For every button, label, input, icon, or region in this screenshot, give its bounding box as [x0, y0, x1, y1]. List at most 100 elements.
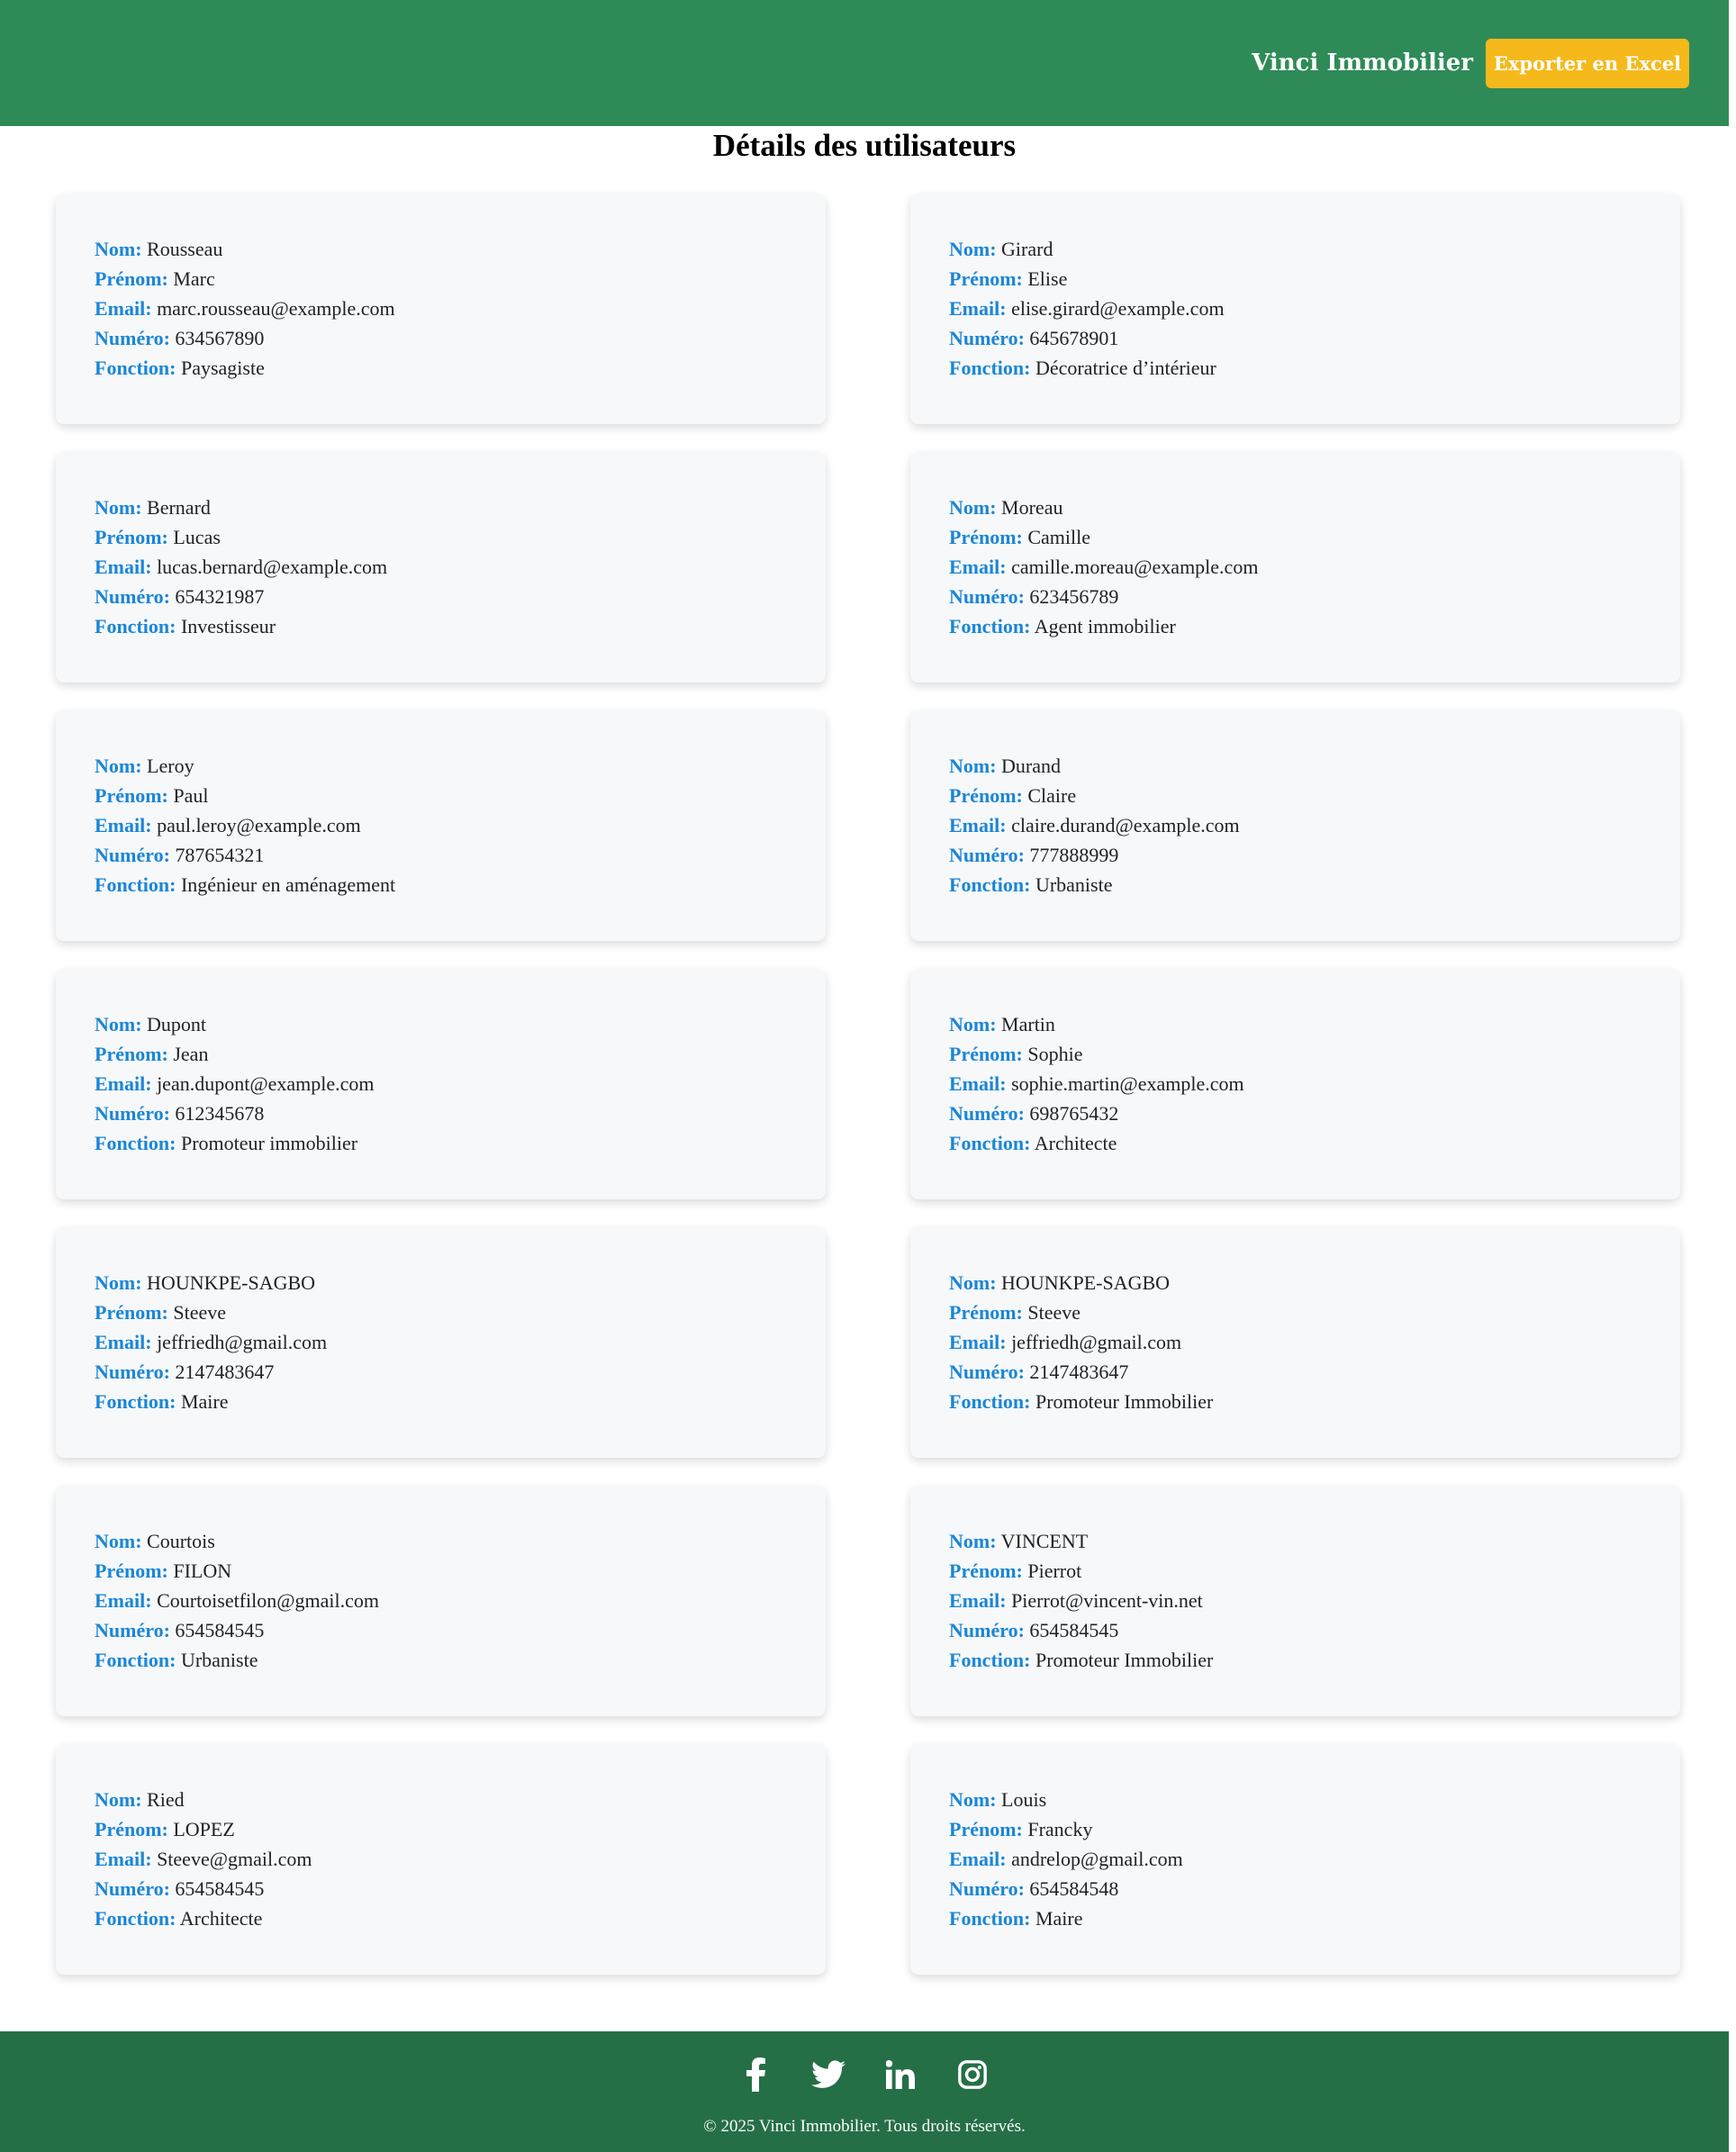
field-label-numero: Numéro:	[95, 1361, 170, 1383]
field-value-numero: 654584548	[1029, 1877, 1119, 1900]
field-value-email: sophie.martin@example.com	[1011, 1072, 1244, 1095]
user-field-email: Email: sophie.martin@example.com	[949, 1069, 1680, 1099]
field-label-numero: Numéro:	[949, 585, 1025, 608]
user-field-email: Email: jeffriedh@gmail.com	[949, 1327, 1680, 1357]
user-field-prenom: Prénom: Steeve	[95, 1298, 826, 1327]
field-value-fonction: Promoteur Immobilier	[1035, 1649, 1214, 1671]
field-label-fonction: Fonction:	[95, 357, 176, 379]
field-label-email: Email:	[949, 556, 1007, 578]
user-card: Nom: Rousseau Prénom: Marc Email: marc.rou…	[56, 194, 826, 424]
user-card: Nom: Girard Prénom: Elise Email: elise.gir…	[910, 194, 1680, 424]
user-field-numero: Numéro: 698765432	[949, 1099, 1680, 1128]
user-field-fonction: Fonction: Investisseur	[95, 611, 826, 641]
field-label-email: Email:	[949, 814, 1007, 836]
field-value-prenom: LOPEZ	[173, 1818, 235, 1840]
field-value-prenom: Marc	[173, 267, 215, 290]
user-field-fonction: Fonction: Agent immobilier	[949, 611, 1680, 641]
field-label-email: Email:	[95, 297, 152, 320]
field-label-fonction: Fonction:	[95, 1132, 176, 1154]
field-label-nom: Nom:	[949, 755, 997, 777]
field-label-fonction: Fonction:	[949, 1649, 1031, 1671]
user-field-prenom: Prénom: Steeve	[949, 1298, 1680, 1327]
linkedin-icon[interactable]	[882, 2057, 918, 2093]
user-card: Nom: Moreau Prénom: Camille Email: camille…	[910, 452, 1680, 683]
user-field-numero: Numéro: 654321987	[95, 582, 826, 611]
field-label-fonction: Fonction:	[949, 357, 1031, 379]
user-field-numero: Numéro: 612345678	[95, 1099, 826, 1128]
user-field-email: Email: jeffriedh@gmail.com	[95, 1327, 826, 1357]
field-value-prenom: Sophie	[1027, 1043, 1083, 1065]
field-label-prenom: Prénom:	[95, 784, 168, 807]
field-value-prenom: Claire	[1027, 784, 1077, 807]
user-field-prenom: Prénom: Pierrot	[949, 1556, 1680, 1586]
field-value-prenom: Elise	[1027, 267, 1068, 290]
user-card: Nom: HOUNKPE-SAGBO Prénom: Steeve Email: j…	[56, 1227, 826, 1458]
field-label-nom: Nom:	[95, 496, 142, 519]
user-field-prenom: Prénom: Sophie	[949, 1039, 1680, 1069]
field-label-nom: Nom:	[949, 496, 997, 519]
user-field-numero: Numéro: 645678901	[949, 323, 1680, 353]
field-label-numero: Numéro:	[95, 585, 170, 608]
field-label-email: Email:	[949, 1331, 1007, 1353]
field-value-nom: Bernard	[147, 496, 211, 519]
user-field-nom: Nom: Rousseau	[95, 234, 826, 264]
user-field-prenom: Prénom: Marc	[95, 264, 826, 294]
field-value-nom: Louis	[1001, 1788, 1047, 1811]
field-value-numero: 654584545	[1029, 1619, 1119, 1641]
user-field-nom: Nom: Louis	[949, 1785, 1680, 1814]
field-label-prenom: Prénom:	[949, 1301, 1023, 1324]
field-label-email: Email:	[95, 1848, 152, 1870]
user-field-numero: Numéro: 2147483647	[949, 1357, 1680, 1387]
field-value-email: paul.leroy@example.com	[157, 814, 361, 836]
field-value-email: jean.dupont@example.com	[157, 1072, 375, 1095]
field-value-fonction: Architecte	[1034, 1132, 1117, 1154]
field-value-prenom: FILON	[173, 1560, 232, 1582]
user-field-email: Email: Steeve@gmail.com	[95, 1844, 826, 1874]
field-label-fonction: Fonction:	[949, 615, 1031, 637]
facebook-icon[interactable]	[738, 2057, 774, 2093]
field-value-nom: VINCENT	[1000, 1530, 1089, 1552]
field-label-fonction: Fonction:	[95, 1390, 176, 1413]
field-label-email: Email:	[95, 1589, 152, 1612]
twitter-icon[interactable]	[810, 2057, 846, 2093]
field-value-numero: 612345678	[175, 1102, 265, 1125]
field-label-nom: Nom:	[949, 1530, 997, 1552]
field-value-email: claire.durand@example.com	[1011, 814, 1240, 836]
page-title: Détails des utilisateurs	[712, 128, 1017, 163]
field-label-nom: Nom:	[949, 238, 997, 260]
field-label-nom: Nom:	[95, 1788, 142, 1811]
field-value-fonction: Décoratrice d’intérieur	[1035, 357, 1216, 379]
field-value-numero: 634567890	[175, 327, 265, 349]
field-value-fonction: Urbaniste	[180, 1649, 258, 1671]
field-value-prenom: Paul	[173, 784, 209, 807]
field-value-prenom: Steeve	[1027, 1301, 1081, 1324]
field-value-prenom: Francky	[1027, 1818, 1093, 1840]
field-label-fonction: Fonction:	[95, 615, 176, 637]
user-field-email: Email: camille.moreau@example.com	[949, 552, 1680, 582]
field-value-prenom: Camille	[1027, 526, 1091, 548]
field-label-fonction: Fonction:	[949, 1907, 1031, 1930]
field-label-nom: Nom:	[95, 1013, 142, 1035]
field-value-prenom: Steeve	[173, 1301, 227, 1324]
field-value-nom: Courtois	[147, 1530, 215, 1552]
field-value-nom: Rousseau	[147, 238, 223, 260]
instagram-icon[interactable]	[954, 2057, 990, 2093]
user-field-nom: Nom: HOUNKPE-SAGBO	[949, 1268, 1680, 1298]
field-value-fonction: Agent immobilier	[1034, 615, 1176, 637]
field-label-prenom: Prénom:	[95, 526, 168, 548]
user-field-prenom: Prénom: FILON	[95, 1556, 826, 1586]
field-value-nom: Dupont	[147, 1013, 207, 1035]
field-label-nom: Nom:	[949, 1788, 997, 1811]
field-label-email: Email:	[95, 556, 152, 578]
field-value-nom: Leroy	[147, 755, 194, 777]
field-value-numero: 654584545	[175, 1877, 265, 1900]
field-label-email: Email:	[95, 1331, 152, 1353]
user-field-nom: Nom: Martin	[949, 1009, 1680, 1039]
user-field-nom: Nom: VINCENT	[949, 1526, 1680, 1556]
field-label-nom: Nom:	[95, 1271, 142, 1294]
field-label-numero: Numéro:	[95, 327, 170, 349]
export-excel-button[interactable]: Exporter en Excel	[1486, 39, 1689, 88]
footer: © 2025 Vinci Immobilier. Tous droits rés…	[0, 2031, 1729, 2152]
field-value-numero: 787654321	[175, 844, 265, 866]
user-field-prenom: Prénom: LOPEZ	[95, 1814, 826, 1844]
